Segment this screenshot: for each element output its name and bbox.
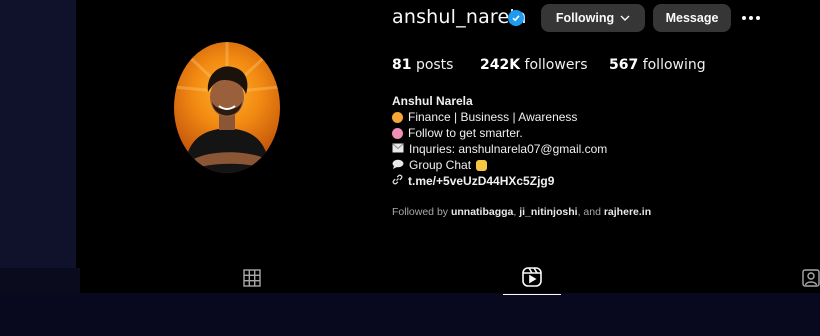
mutual-follower: unnatibagga — [450, 206, 514, 218]
message-button[interactable]: Message — [653, 4, 731, 32]
verified-badge-icon — [508, 10, 524, 26]
bio-line-text: Inquries: anshulnarela07@gmail.com — [409, 142, 608, 156]
tagged-tab[interactable] — [802, 269, 820, 291]
grid-icon — [243, 269, 261, 291]
posts-label: posts — [415, 57, 454, 73]
profile-avatar[interactable] — [174, 42, 280, 173]
bio-link[interactable]: t.me/+5veUzD44HXc5Zjg9 — [392, 173, 607, 189]
followers-label: followers — [524, 57, 588, 73]
more-options-icon[interactable] — [742, 11, 764, 25]
bottom-band — [0, 293, 820, 336]
bio-link-text: t.me/+5veUzD44HXc5Zjg9 — [408, 174, 555, 188]
bio-line-text: Follow to get smarter. — [408, 126, 523, 140]
followed-by-prefix: Followed by — [392, 206, 449, 218]
chevron-down-icon — [620, 11, 630, 25]
followed-by[interactable]: Followed by unnatibagga, ji_nitinjoshi, … — [392, 206, 651, 218]
posts-stat[interactable]: 81 posts — [392, 57, 453, 73]
bio-line-text: Group Chat — [409, 158, 472, 172]
display-name: Anshul Narela — [392, 94, 473, 108]
followed-by-conjunction: , and — [577, 206, 601, 218]
brain-icon — [392, 127, 403, 139]
bio-line: Group Chat — [392, 157, 607, 173]
pointing-down-icon — [476, 159, 488, 171]
followers-count: 242K — [480, 57, 521, 73]
bio-line: Inquries: anshulnarela07@gmail.com — [392, 141, 607, 157]
side-panel — [0, 0, 80, 268]
bio-line: Finance | Business | Awareness — [392, 109, 607, 125]
following-label: following — [642, 57, 706, 73]
posts-count: 81 — [392, 57, 412, 73]
following-button-label: Following — [555, 11, 615, 25]
bio-line: Follow to get smarter. — [392, 125, 607, 141]
active-tab-indicator — [503, 294, 561, 295]
following-button[interactable]: Following — [541, 4, 645, 32]
posts-tab[interactable] — [243, 269, 261, 291]
profile-bio: Anshul Narela Finance | Business | Aware… — [392, 93, 607, 189]
speech-bubble-icon — [392, 157, 404, 173]
reels-icon — [522, 267, 542, 291]
following-stat[interactable]: 567 following — [609, 57, 706, 73]
envelope-icon — [392, 141, 404, 157]
link-icon — [392, 173, 403, 189]
following-count: 567 — [609, 57, 639, 73]
mutual-follower: rajhere.in — [603, 206, 652, 218]
bio-line-text: Finance | Business | Awareness — [408, 110, 578, 124]
coin-icon — [392, 111, 403, 123]
tagged-icon — [802, 269, 820, 291]
reels-tab[interactable] — [522, 267, 542, 291]
mutual-follower: ji_nitinjoshi — [519, 206, 578, 218]
profile-username: anshul_narela — [392, 6, 527, 28]
followers-stat[interactable]: 242K followers — [480, 57, 587, 73]
